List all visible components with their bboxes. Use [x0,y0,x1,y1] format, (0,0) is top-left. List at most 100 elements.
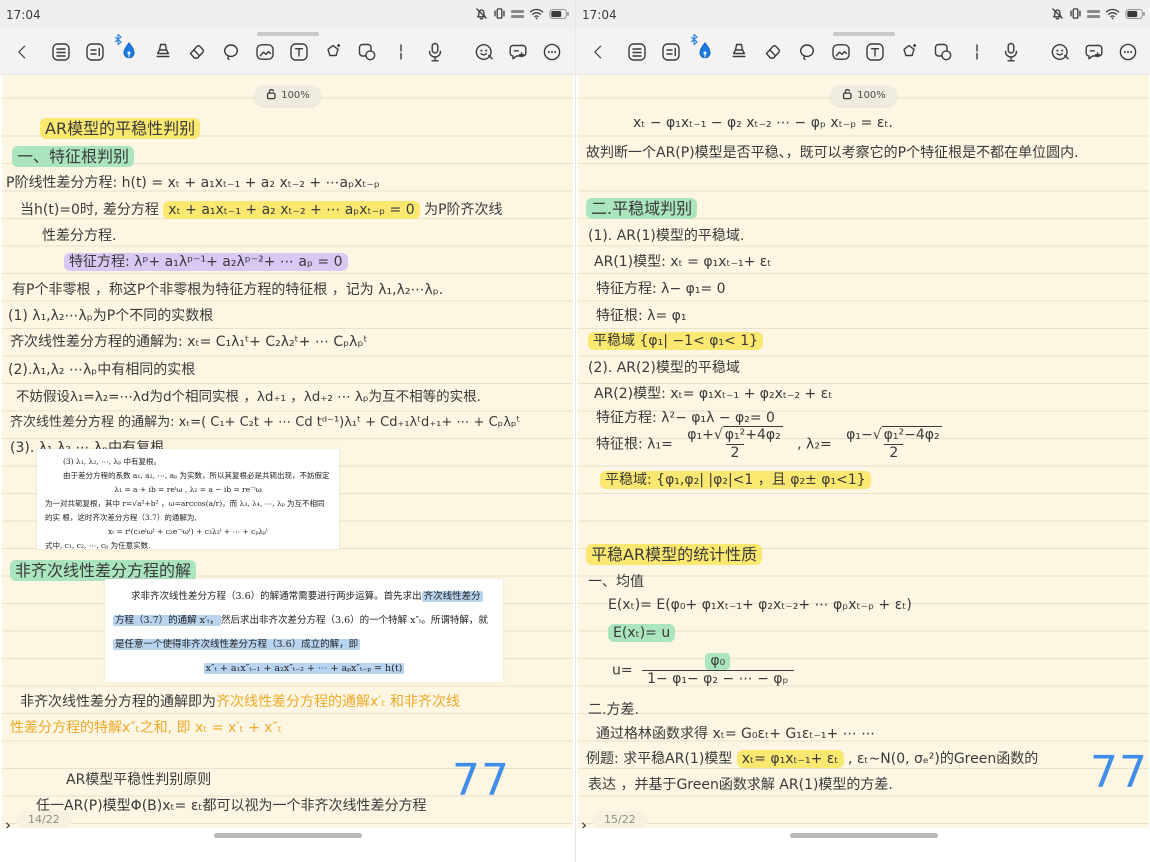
note-line: xₜ − φ₁xₜ₋₁ − φ₂ xₜ₋₂ ⋯ − φₚ xₜ₋ₚ = εₜ. [633,115,893,131]
note-line: 不妨假设λ₁=λ₂=⋯λd为d个相同实根 ，λd₊₁ ，λd₊₂ ⋯ λₚ为互不… [16,385,481,405]
network-speed-indicator [1087,10,1100,18]
note-line: 特征方程: λᵖ+ a₁λᵖ⁻¹+ a₂λᵖ⁻²+ ⋯ aₚ = 0 [64,251,348,271]
section-heading: 一、特征根判别 [12,143,134,167]
zoom-level: 100% [281,90,310,101]
wifi-icon [1105,8,1120,20]
note-line: 特征方程: λ²− φ₁λ − φ₂= 0 [596,407,775,427]
bottom-strip [576,828,1150,862]
note-line: 一、均值 [588,571,644,591]
note-line: 特征根: λ= φ₁ [596,305,686,325]
eraser-tool-button[interactable] [758,37,788,67]
outline-list-button[interactable] [46,37,76,67]
page-position-badge[interactable]: 14/22 [17,811,71,828]
drag-handle[interactable] [257,32,319,36]
note-line: E(xₜ)= E(φ₀+ φ₁xₜ₋₁+ φ₂xₜ₋₂+ ⋯ φₚxₜ₋ₚ + … [608,597,912,613]
note-line: 性差分方程的特解x″ₜ之和, 即 xₜ = x′ₜ + x″ₜ [10,717,282,737]
note-line: 非齐次线性差分方程的通解即为齐次线性差分方程的通解x′ₜ 和非齐次线 [20,691,460,711]
text-tool-button[interactable] [860,37,890,67]
pasted-textbook-snippet-nonhomogeneous: 求非齐次线性差分方程（3.6）的解通常需要进行两步运算。首先求出齐次线性差分 方… [105,579,503,682]
pasted-textbook-snippet-complex-roots: (3) λ₁, λ₂, ⋯, λₚ 中有复根。 由于差分方程的系数 a₁, a₂… [37,449,339,549]
marker-tool-button[interactable] [148,37,178,67]
note-line: 特征根: λ₁= φ₁+√φ₁²+4φ₂2 , λ₂= φ₁−√φ₁²−4φ₂2 [596,427,952,462]
drag-handle[interactable] [833,32,895,36]
image-tool-button[interactable] [826,37,856,67]
note-line: P阶线性差分方程: h(t) = xₜ + a₁xₜ₋₁ + a₂ xₜ₋₂ +… [6,172,380,192]
zoom-indicator[interactable]: 100% [830,85,897,106]
home-indicator[interactable] [214,833,362,838]
bluetooth-icon [114,34,122,45]
marker-tool-button[interactable] [724,37,754,67]
lasso-tool-button[interactable] [792,37,822,67]
vibrate-icon [1069,7,1082,20]
image-tool-button[interactable] [250,37,280,67]
zoom-level: 100% [857,90,886,101]
sticker-smiley-button[interactable] [469,37,499,67]
more-button[interactable] [537,37,567,67]
note-panel-right: 17:04 100% [575,0,1150,862]
text-tool-button[interactable] [284,37,314,67]
note-line: 当h(t)=0时, 差分方程 xₜ + a₁xₜ₋₁ + a₂ xₜ₋₂ + ⋯… [20,199,503,219]
network-speed-indicator [511,10,524,18]
microphone-button[interactable] [996,37,1026,67]
zoom-indicator[interactable]: 100% [254,85,321,106]
shape-tool-button[interactable] [894,37,924,67]
pen-tool-button[interactable] [690,37,720,67]
divider [386,37,416,67]
outline-list-button[interactable] [622,37,652,67]
lock-open-icon [841,88,852,103]
note-line: 故判断一个AR(P)模型是否平稳、，既可以考察它的P个特征根是不都在单位圆内. [586,142,1079,162]
note-line: 平稳域 {φ₁| −1< φ₁< 1} [588,330,763,350]
status-bar: 17:04 [576,0,1150,30]
page-panel-button[interactable] [80,37,110,67]
note-line: E(xₜ)= u [608,625,675,641]
stickers-shapes-button[interactable] [928,37,958,67]
divider [962,37,992,67]
add-comment-button[interactable] [1079,37,1109,67]
handwritten-page-number: 77 [452,755,510,806]
section-heading: 平稳AR模型的统计性质 [586,541,762,565]
tool-bar [576,30,1150,75]
wifi-icon [529,8,544,20]
note-title: AR模型的平稳性判别 [40,115,200,139]
note-line: (2). AR(2)模型的平稳域 [588,357,740,377]
page-position-badge[interactable]: 15/22 [593,811,647,828]
notebook-page-right: 100% xₜ − φ₁xₜ₋₁ − φ₂ xₜ₋₂ ⋯ − φₚ xₜ₋ₚ =… [578,75,1149,828]
handwritten-page-number: 77 [1090,747,1148,798]
add-comment-button[interactable] [503,37,533,67]
back-button[interactable] [584,37,614,67]
home-indicator[interactable] [790,833,938,838]
note-line: (1). AR(1)模型的平稳域. [588,225,744,245]
note-panel-left: 17:04 100% [0,0,575,862]
microphone-button[interactable] [420,37,450,67]
clock: 17:04 [6,8,41,22]
mute-bell-icon [475,7,488,20]
note-line: AR(2)模型: xₜ= φ₁xₜ₋₁ + φ₂xₜ₋₂ + εₜ [594,383,832,403]
vibrate-icon [493,7,506,20]
note-line: (1) λ₁,λ₂⋯λₚ为P个不同的实数根 [8,305,213,325]
note-line: 平稳域: {φ₁,φ₂| |φ₂|<1 ，且 φ₂± φ₁<1} [600,469,871,489]
eraser-tool-button[interactable] [182,37,212,67]
sticker-smiley-button[interactable] [1045,37,1075,67]
note-line: 二.方差. [588,699,639,719]
section-heading: 非齐次线性差分方程的解 [10,557,196,581]
note-line: u= φ₀1− φ₁− φ₂ − ⋯ − φₚ [612,653,799,688]
lock-open-icon [265,88,276,103]
mute-bell-icon [1051,7,1064,20]
note-line: AR(1)模型: xₜ = φ₁xₜ₋₁+ εₜ [594,251,772,271]
notebook-page-left: 100% AR模型的平稳性判别 一、特征根判别 P阶线性差分方程: h(t) =… [2,75,573,828]
note-line: 特征方程: λ− φ₁= 0 [596,278,726,298]
more-button[interactable] [1113,37,1143,67]
back-button[interactable] [8,37,38,67]
battery-icon [549,8,569,20]
pen-tool-button[interactable] [114,37,144,67]
bottom-strip [0,828,575,862]
lasso-tool-button[interactable] [216,37,246,67]
tool-bar [0,30,575,75]
page-panel-button[interactable] [656,37,686,67]
section-heading: 二.平稳域判别 [586,195,697,219]
note-line: AR模型平稳性判别原则 [66,769,211,789]
note-line: 通过格林函数求得 xₜ= G₀εₜ+ G₁εₜ₋₁+ ⋯ ⋯ [596,723,875,743]
note-line: 例题: 求平稳AR(1)模型 xₜ= φ₁xₜ₋₁+ εₜ , εₜ∼N(0, … [586,748,1038,768]
stickers-shapes-button[interactable] [352,37,382,67]
shape-tool-button[interactable] [318,37,348,67]
